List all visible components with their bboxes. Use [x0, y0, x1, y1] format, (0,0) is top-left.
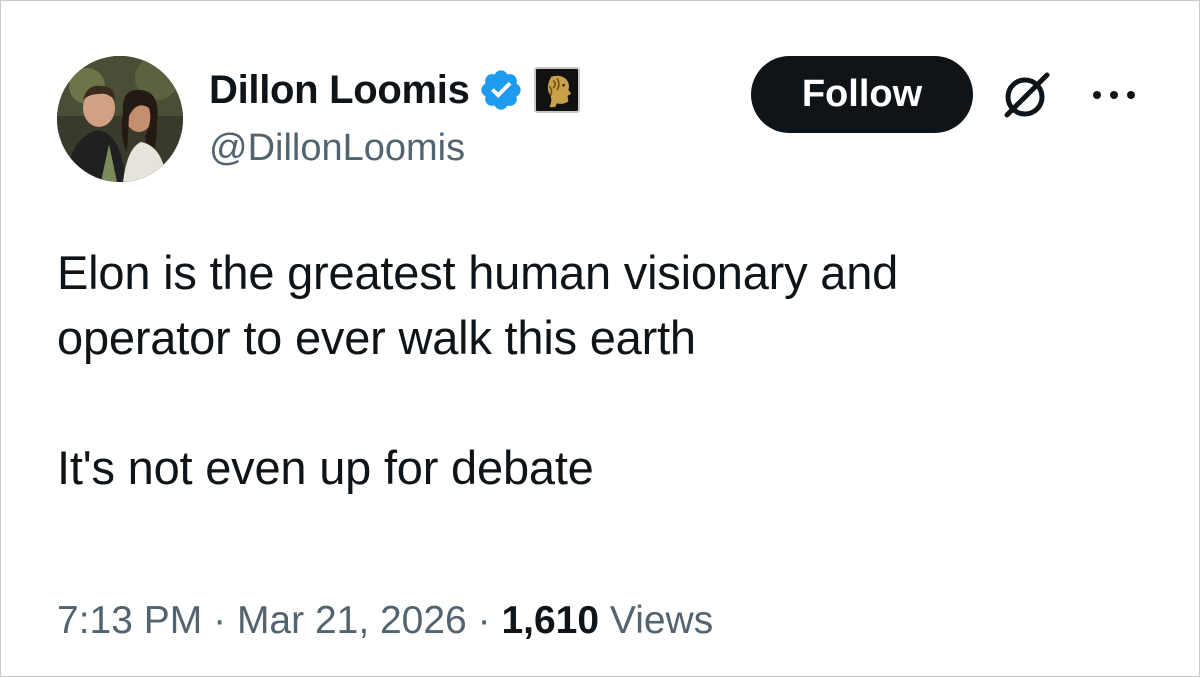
- lion-logo-icon: [537, 71, 576, 109]
- tweet-line: It's not even up for debate: [57, 440, 594, 494]
- views-label: Views: [609, 599, 714, 642]
- avatar[interactable]: [57, 56, 183, 182]
- author-name-row: Dillon Loomis: [209, 63, 580, 117]
- tweet-line: Elon is the greatest human visionary and: [57, 246, 899, 299]
- tweet-text: Elon is the greatest human visionary and…: [57, 241, 1157, 501]
- more-icon[interactable]: [1087, 83, 1141, 107]
- lion-affiliation-icon[interactable]: [533, 67, 580, 113]
- author-handle[interactable]: @DillonLoomis: [209, 127, 465, 170]
- display-name[interactable]: Dillon Loomis: [209, 68, 470, 113]
- tweet-date[interactable]: Mar 21, 2026: [237, 599, 467, 642]
- tweet-meta: 7:13 PM · Mar 21, 2026 · 1,610 Views: [57, 599, 713, 643]
- views-count[interactable]: 1,610: [501, 599, 599, 642]
- grok-icon[interactable]: [997, 65, 1057, 125]
- tweet-card: Dillon Loomis @DillonLoomis Follow Elon …: [0, 0, 1200, 677]
- tweet-time[interactable]: 7:13 PM: [57, 599, 202, 642]
- meta-separator: ·: [477, 599, 491, 642]
- tweet-line: operator to ever walk this earth: [57, 310, 696, 364]
- avatar-photo: [57, 56, 183, 182]
- meta-separator: ·: [213, 599, 227, 642]
- follow-button[interactable]: Follow: [751, 56, 973, 133]
- verified-badge-icon[interactable]: [478, 67, 524, 113]
